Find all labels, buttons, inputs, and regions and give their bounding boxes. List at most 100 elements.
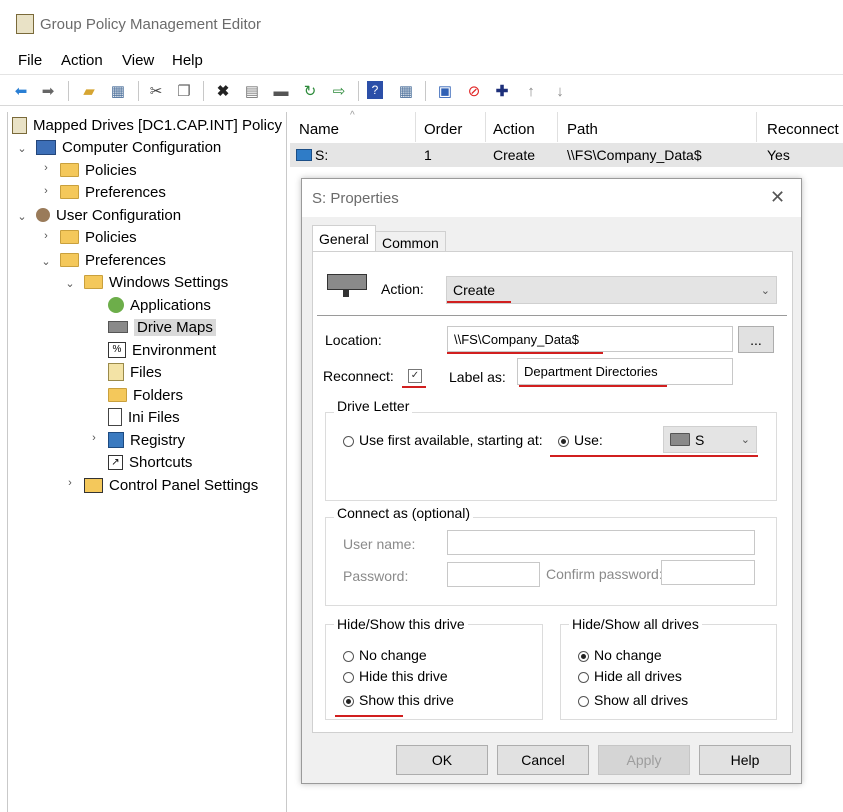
print-icon[interactable]: ▬ xyxy=(271,81,291,101)
chevron-right-icon[interactable]: › xyxy=(40,230,52,242)
ini-file-icon xyxy=(108,408,122,426)
tree-root-label: Mapped Drives [DC1.CAP.INT] Policy xyxy=(33,116,282,134)
new-item-icon[interactable]: ▣ xyxy=(435,81,455,101)
chevron-down-icon[interactable]: ⌄ xyxy=(16,142,28,155)
action-label: Action: xyxy=(381,281,424,297)
tree-label: Preferences xyxy=(85,183,166,201)
tree-label: Shortcuts xyxy=(129,453,193,471)
title-bar: Group Policy Management Editor xyxy=(0,0,843,48)
cancel-button[interactable]: Cancel xyxy=(497,745,589,775)
forward-icon[interactable]: ➡ xyxy=(38,81,58,101)
view-icon[interactable]: ▦ xyxy=(396,81,416,101)
close-icon[interactable]: ✕ xyxy=(770,187,785,208)
move-down-icon[interactable]: ↓ xyxy=(550,81,570,101)
help-icon[interactable]: ? xyxy=(367,81,383,99)
tree-shortcuts[interactable]: ↗ Shortcuts xyxy=(108,452,192,472)
help-button[interactable]: Help xyxy=(699,745,791,775)
tree-folders[interactable]: Folders xyxy=(108,385,183,405)
radio-icon xyxy=(343,650,354,662)
app-icon xyxy=(16,14,34,34)
confirm-password-field[interactable] xyxy=(661,560,755,585)
column-name[interactable]: Name xyxy=(299,121,339,138)
radio-icon xyxy=(578,650,589,662)
menu-file[interactable]: File xyxy=(18,52,42,69)
tree-cc-preferences[interactable]: Preferences xyxy=(60,182,166,202)
hsd-no-change-option[interactable]: No change xyxy=(343,647,427,663)
hsa-hide-option[interactable]: Hide all drives xyxy=(578,668,682,684)
ok-button[interactable]: OK xyxy=(396,745,488,775)
chevron-down-icon[interactable]: ⌄ xyxy=(64,277,76,290)
password-field[interactable] xyxy=(447,562,540,587)
label-as-field[interactable]: Department Directories xyxy=(517,358,733,385)
drive-letter-select[interactable]: S ⌄ xyxy=(663,426,757,453)
tree-control-panel-settings[interactable]: Control Panel Settings xyxy=(84,475,258,495)
tree-uc-policies[interactable]: Policies xyxy=(60,227,137,247)
dialog-title: S: Properties xyxy=(312,190,399,207)
tree-computer-configuration[interactable]: Computer Configuration xyxy=(36,137,221,157)
menu-help[interactable]: Help xyxy=(172,52,203,69)
tree-label: Computer Configuration xyxy=(62,138,222,156)
use-first-available-option[interactable]: Use first available, starting at: xyxy=(343,432,543,448)
hide-show-all-group-title: Hide/Show all drives xyxy=(569,616,702,632)
menu-view[interactable]: View xyxy=(122,52,154,69)
tree-root[interactable]: Mapped Drives [DC1.CAP.INT] Policy xyxy=(12,115,282,135)
chevron-right-icon[interactable]: › xyxy=(40,185,52,197)
location-field[interactable]: \\FS\Company_Data$ xyxy=(447,326,733,352)
tree-label: Policies xyxy=(85,228,137,246)
refresh-icon[interactable]: ↻ xyxy=(300,81,320,101)
username-field[interactable] xyxy=(447,530,755,555)
delete-icon[interactable]: ✖ xyxy=(213,81,233,101)
move-up-icon[interactable]: ↑ xyxy=(521,81,541,101)
radio-icon xyxy=(343,435,354,447)
tree-environment[interactable]: % Environment xyxy=(108,340,216,360)
tree-registry[interactable]: Registry xyxy=(108,430,185,450)
properties-icon[interactable]: ▤ xyxy=(242,81,262,101)
column-reconnect[interactable]: Reconnect xyxy=(767,121,839,138)
chevron-right-icon[interactable]: › xyxy=(40,162,52,174)
chevron-down-icon[interactable]: ⌄ xyxy=(40,255,52,268)
browse-button[interactable]: ... xyxy=(738,326,774,353)
column-order[interactable]: Order xyxy=(424,121,462,138)
tree-user-configuration[interactable]: User Configuration xyxy=(36,205,181,225)
sort-arrow-icon: ^ xyxy=(350,110,355,121)
tree-label: Ini Files xyxy=(128,408,180,426)
tree-pane: Mapped Drives [DC1.CAP.INT] Policy ⌄ Com… xyxy=(7,112,287,812)
chevron-right-icon[interactable]: › xyxy=(64,477,76,489)
hsa-no-change-option[interactable]: No change xyxy=(578,647,662,663)
tree-files[interactable]: Files xyxy=(108,362,162,382)
reconnect-checkbox[interactable]: ✓ xyxy=(408,369,422,383)
option-label: Show this drive xyxy=(359,692,454,708)
hsa-show-option[interactable]: Show all drives xyxy=(578,692,688,708)
folder-icon xyxy=(60,185,79,199)
copy-icon[interactable]: ❐ xyxy=(174,81,194,101)
hsd-show-option[interactable]: Show this drive xyxy=(343,692,454,708)
tree-cc-policies[interactable]: Policies xyxy=(60,160,137,180)
drive-letter-value: S xyxy=(695,431,705,448)
use-option[interactable]: Use: xyxy=(558,432,603,448)
up-folder-icon[interactable]: ▰ xyxy=(79,81,99,101)
tree-ini-files[interactable]: Ini Files xyxy=(108,407,180,427)
chevron-down-icon[interactable]: ⌄ xyxy=(16,210,28,223)
tree-drive-maps[interactable]: Drive Maps xyxy=(108,317,216,337)
computer-icon xyxy=(36,139,56,155)
cut-icon[interactable]: ✂ xyxy=(146,81,166,101)
row-action: Create xyxy=(493,147,536,163)
back-icon[interactable]: ⬅ xyxy=(11,81,31,101)
stop-icon[interactable]: ⊘ xyxy=(464,81,484,101)
apply-button[interactable]: Apply xyxy=(598,745,690,775)
add-icon[interactable]: ✚ xyxy=(492,81,512,101)
menu-action[interactable]: Action xyxy=(61,52,103,69)
action-select[interactable]: Create ⌄ xyxy=(446,276,777,304)
export-icon[interactable]: ⇨ xyxy=(329,81,349,101)
hsd-hide-option[interactable]: Hide this drive xyxy=(343,668,448,684)
tree-windows-settings[interactable]: Windows Settings xyxy=(84,272,228,292)
tree-applications[interactable]: Applications xyxy=(108,295,211,315)
column-path[interactable]: Path xyxy=(567,121,598,138)
radio-icon xyxy=(558,435,569,447)
chevron-right-icon[interactable]: › xyxy=(88,432,100,444)
password-label: Password: xyxy=(343,568,409,584)
show-hide-tree-icon[interactable]: ▦ xyxy=(108,81,128,101)
tab-page-general: Action: Create ⌄ Location: \\FS\Company_… xyxy=(312,251,793,733)
column-action[interactable]: Action xyxy=(493,121,535,138)
tree-uc-preferences[interactable]: Preferences xyxy=(60,250,166,270)
